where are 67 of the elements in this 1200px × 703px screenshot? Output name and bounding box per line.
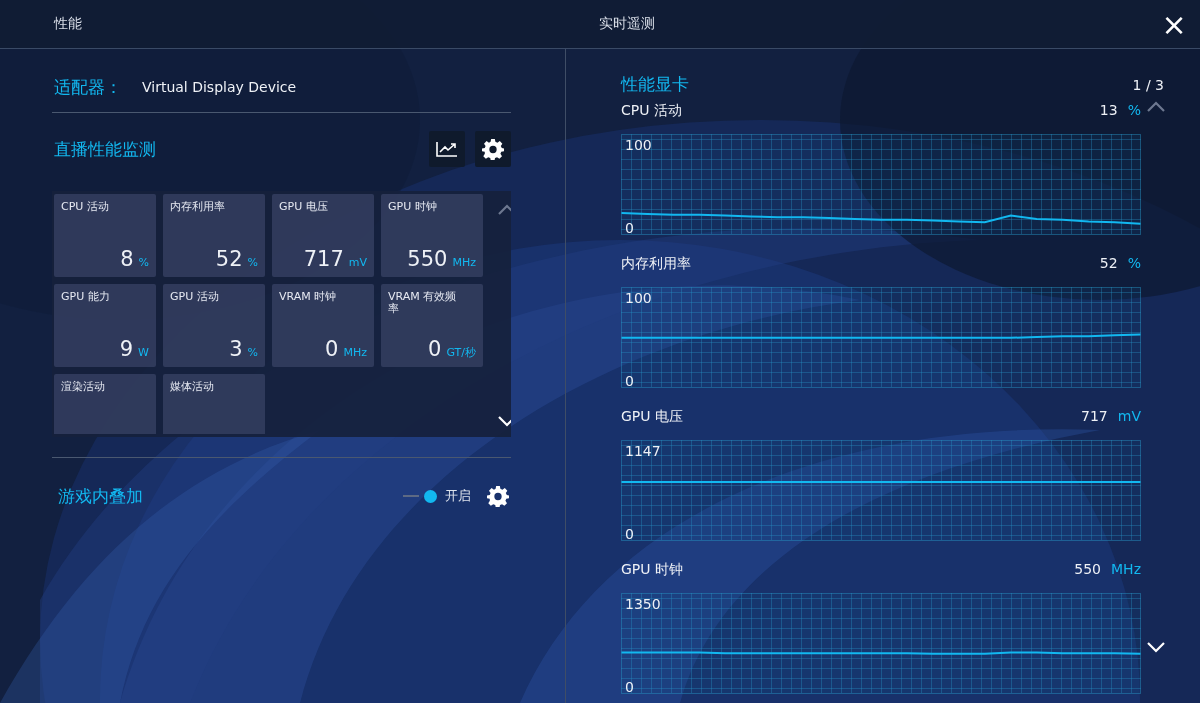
adapter-name: Virtual Display Device [142, 79, 297, 95]
window-title: 实时遥测 [599, 15, 655, 33]
axis-tick-label: 1350 [625, 596, 661, 612]
axis-tick-label: 1147 [625, 443, 661, 459]
metric-value: 717 [303, 247, 344, 271]
line-chart-icon [436, 141, 458, 157]
chart-unit: % [1127, 255, 1141, 271]
axis-tick-label: 100 [625, 137, 652, 153]
chart-view-button[interactable] [429, 131, 465, 167]
toggle-label: 开启 [445, 487, 471, 505]
chart-unit: % [1127, 102, 1141, 118]
metric-label: VRAM 时钟 [279, 291, 338, 303]
metric-value: 0 [325, 337, 339, 361]
chart-title: GPU 时钟 [621, 561, 683, 579]
metric-unit: MHz [452, 256, 476, 269]
metric-value: 550 [407, 247, 448, 271]
scroll-down-button[interactable] [1144, 639, 1168, 655]
chevron-down-icon [497, 415, 511, 427]
metric-label: GPU 电压 [279, 201, 329, 213]
toggle-switch[interactable] [403, 489, 437, 503]
metric-value: 3 [229, 337, 243, 361]
metric-label: CPU 活动 [61, 201, 110, 213]
metric-label: VRAM 有效频率 [388, 291, 458, 315]
metric-value: 52 [215, 247, 243, 271]
metric-unit: mV [348, 256, 367, 269]
chart-title: GPU 电压 [621, 408, 683, 426]
metric-unit: % [247, 346, 258, 359]
chart-reading: 717 [1081, 408, 1108, 424]
axis-tick-label: 0 [625, 373, 634, 389]
metric-value: 8 [120, 247, 134, 271]
metric-label: 渲染活动 [61, 381, 106, 393]
chart-title: CPU 活动 [621, 102, 682, 120]
metric-label: GPU 时钟 [388, 201, 438, 213]
metric-unit: W [138, 346, 149, 359]
axis-tick-label: 0 [625, 526, 634, 542]
section-title: 性能显卡 [621, 73, 689, 96]
metric-unit: % [247, 256, 258, 269]
chart-reading: 52 [1099, 255, 1118, 271]
settings-button[interactable] [475, 131, 511, 167]
metric-label: 媒体活动 [170, 381, 215, 393]
metric-unit: % [138, 256, 149, 269]
axis-tick-label: 0 [625, 679, 634, 695]
chevron-up-icon [1146, 101, 1166, 113]
metric-value: 9 [119, 337, 134, 361]
metric-unit: GT/秒 [446, 345, 476, 360]
metric-label: GPU 活动 [170, 291, 220, 303]
chart-reading: 13 [1099, 102, 1118, 118]
axis-tick-label: 0 [625, 220, 634, 236]
metric-value: 0 [428, 337, 442, 361]
adapter-label: 适配器： [54, 75, 122, 99]
chart-unit: MHz [1111, 561, 1141, 577]
chart-unit: mV [1117, 408, 1141, 424]
chart-reading: 550 [1074, 561, 1102, 577]
close-button[interactable]: × [1150, 0, 1198, 48]
metric-label: GPU 能力 [61, 291, 111, 303]
chevron-down-icon [1146, 641, 1166, 653]
page-indicator: 1 / 3 [1132, 77, 1164, 93]
panel-title: 性能 [54, 15, 83, 33]
settings-icon [482, 138, 504, 160]
section-title: 游戏内叠加 [58, 484, 143, 508]
settings-icon [487, 485, 509, 507]
metric-unit: MHz [343, 346, 367, 359]
chevron-up-icon [497, 204, 511, 216]
chart-title: 内存利用率 [621, 255, 691, 273]
axis-tick-label: 100 [625, 290, 652, 306]
section-title: 直播性能监测 [54, 137, 156, 161]
metric-label: 内存利用率 [170, 201, 226, 213]
